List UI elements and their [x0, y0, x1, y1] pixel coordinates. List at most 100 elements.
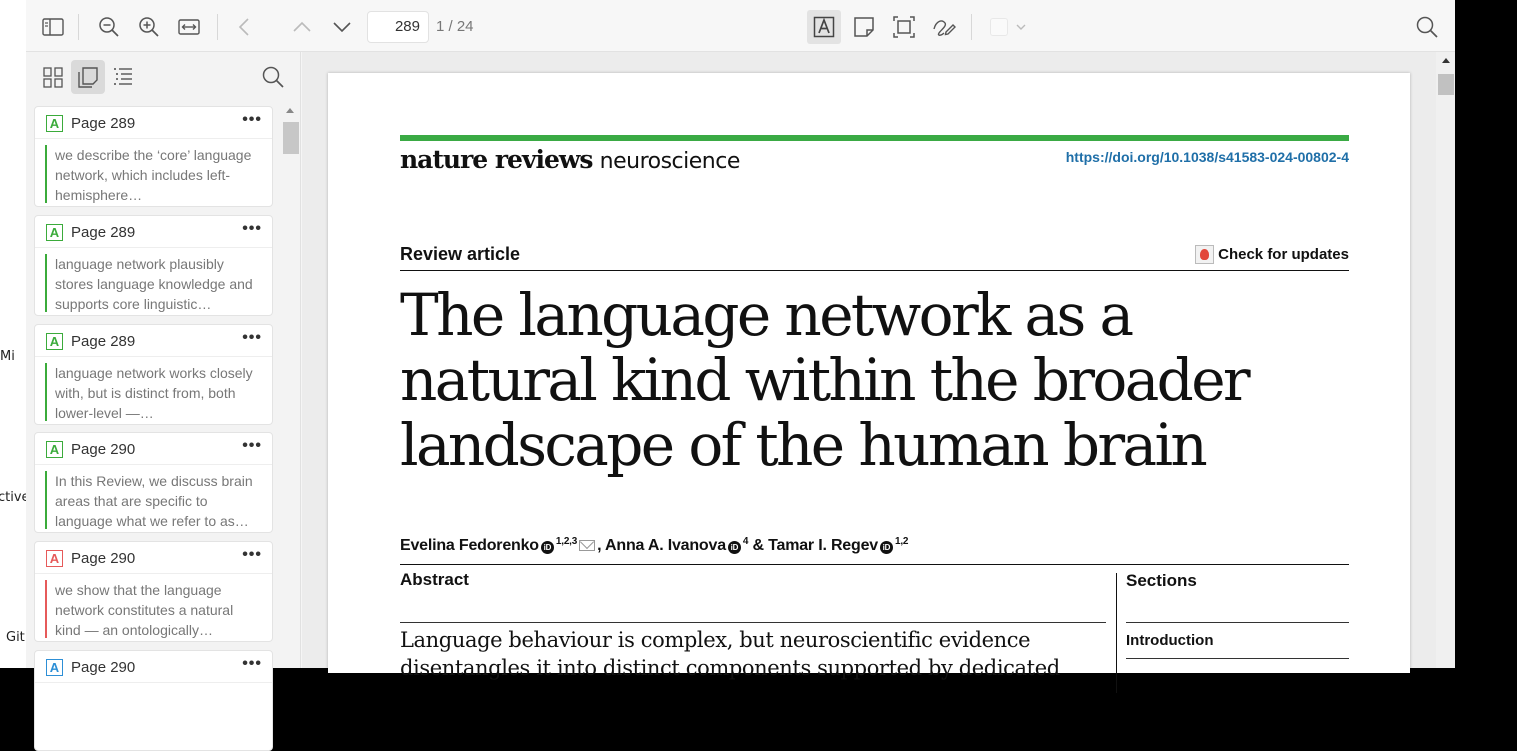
annotation-page-label: Page 290 — [71, 441, 136, 458]
text-highlight-icon — [813, 16, 835, 38]
back-button[interactable] — [230, 12, 260, 42]
thumbnails-icon — [43, 67, 63, 88]
annotation-page-label: Page 289 — [71, 115, 136, 132]
section-link-introduction[interactable]: Introduction — [1126, 632, 1213, 649]
author-name: & Tamar I. Regev — [748, 537, 879, 554]
toggle-sidebar-button[interactable] — [38, 12, 68, 42]
document-viewer[interactable]: nature reviews neuroscience https://doi.… — [302, 52, 1455, 693]
scroll-up-arrow-icon[interactable] — [286, 108, 294, 113]
draw-tool-button[interactable] — [929, 12, 959, 42]
chevron-down-icon[interactable] — [1014, 18, 1028, 36]
zoom-out-button[interactable] — [94, 12, 124, 42]
previous-page-button[interactable] — [287, 12, 317, 42]
journal-color-bar — [400, 135, 1349, 141]
annotation-excerpt: In this Review, we discuss brain areas t… — [45, 471, 261, 529]
annotation-card[interactable]: A Page 289 ••• language network works cl… — [34, 324, 273, 425]
pen-icon — [933, 20, 956, 36]
area-select-tool-button[interactable] — [889, 12, 919, 42]
highlight-type-icon: A — [46, 333, 63, 350]
tab-annotations[interactable] — [71, 60, 105, 94]
annotation-card[interactable]: A Page 290 ••• — [34, 650, 273, 751]
annotation-page-label: Page 289 — [71, 224, 136, 241]
journal-logo: nature reviews neuroscience — [400, 145, 740, 174]
more-options-icon[interactable]: ••• — [242, 329, 262, 347]
annotation-card[interactable]: A Page 289 ••• language network plausibl… — [34, 215, 273, 316]
annotation-card[interactable]: A Page 289 ••• we describe the ‘core’ la… — [34, 106, 273, 207]
sidebar-header — [26, 52, 301, 102]
divider — [1126, 658, 1349, 659]
divider — [400, 564, 1349, 565]
annotation-card[interactable]: A Page 290 ••• In this Review, we discus… — [34, 432, 273, 533]
next-page-button[interactable] — [327, 12, 357, 42]
sections-heading: Sections — [1126, 571, 1197, 590]
journal-name-bold: nature reviews — [400, 145, 593, 174]
chevron-down-icon — [333, 22, 351, 33]
author-affiliation: 1,2,3 — [555, 536, 578, 547]
crossmark-icon — [1195, 245, 1215, 264]
annotation-excerpt: we describe the ‘core’ language network,… — [45, 145, 261, 203]
highlight-type-icon: A — [46, 115, 63, 132]
zoom-in-button[interactable] — [134, 12, 164, 42]
more-options-icon[interactable]: ••• — [242, 111, 262, 129]
search-button[interactable] — [1412, 12, 1442, 42]
desktop-background-left: Mi ctive Git — [0, 0, 30, 668]
doi-link[interactable]: https://doi.org/10.1038/s41583-024-00802… — [1066, 149, 1349, 165]
color-picker-swatch[interactable] — [990, 18, 1008, 36]
journal-name-light: neuroscience — [599, 149, 741, 174]
zoom-out-icon — [99, 17, 119, 37]
document-scrollbar[interactable] — [1436, 52, 1455, 668]
abstract-heading: Abstract — [400, 570, 469, 589]
annotation-card-header: A Page 289 ••• — [35, 107, 272, 139]
chevron-left-icon — [238, 18, 249, 36]
search-icon — [1416, 16, 1438, 38]
mail-icon[interactable] — [579, 540, 596, 551]
text-highlight-tool-button[interactable] — [807, 10, 841, 44]
annotation-card-header: A Page 289 ••• — [35, 325, 272, 357]
orcid-icon[interactable]: iD — [727, 541, 741, 554]
annotation-card[interactable]: A Page 290 ••• we show that the language… — [34, 541, 273, 642]
more-options-icon[interactable]: ••• — [242, 655, 262, 673]
scroll-up-arrow-icon[interactable] — [1442, 58, 1450, 63]
toolbar-separator — [971, 14, 972, 40]
sidebar-icon — [42, 18, 64, 36]
more-options-icon[interactable]: ••• — [242, 546, 262, 564]
orcid-icon[interactable]: iD — [879, 541, 893, 554]
orcid-icon[interactable]: iD — [540, 541, 554, 554]
sidebar-scrollbar[interactable] — [281, 104, 299, 668]
sidebar-search-button[interactable] — [258, 62, 288, 92]
toolbar-separator — [217, 14, 218, 40]
page-number-input[interactable]: 289 — [367, 11, 429, 43]
annotation-page-label: Page 289 — [71, 333, 136, 350]
note-icon — [854, 17, 874, 37]
annotation-card-header: A Page 290 ••• — [35, 433, 272, 465]
highlight-type-icon: A — [46, 441, 63, 458]
author-name: Evelina Fedorenko — [400, 537, 539, 554]
desktop-label: Mi — [0, 349, 15, 364]
author-name: , Anna A. Ivanova — [597, 537, 726, 554]
area-select-icon — [893, 16, 915, 38]
check-for-updates-link[interactable]: Check for updates — [1195, 245, 1349, 264]
scrollbar-thumb[interactable] — [1438, 74, 1454, 95]
tab-thumbnails[interactable] — [36, 60, 70, 94]
annotation-card-header: A Page 289 ••• — [35, 216, 272, 248]
more-options-icon[interactable]: ••• — [242, 437, 262, 455]
article-title: The language network as a natural kind w… — [400, 281, 1251, 479]
pdf-page[interactable]: nature reviews neuroscience https://doi.… — [328, 73, 1410, 693]
annotation-card-header: A Page 290 ••• — [35, 651, 272, 683]
annotation-excerpt: language network plausibly stores langua… — [45, 254, 261, 312]
note-tool-button[interactable] — [849, 12, 879, 42]
abstract-text: Language behaviour is complex, but neuro… — [400, 628, 1060, 680]
annotation-excerpt: we show that the language network consti… — [45, 580, 261, 638]
annotation-card-header: A Page 290 ••• — [35, 542, 272, 574]
tab-outline[interactable] — [106, 60, 140, 94]
divider — [1126, 622, 1349, 623]
outline-list-icon — [114, 68, 132, 85]
fit-width-button[interactable] — [174, 12, 204, 42]
highlight-type-icon: A — [46, 550, 63, 567]
column-divider — [1116, 573, 1117, 693]
annotations-sidebar: A Page 289 ••• we describe the ‘core’ la… — [26, 52, 301, 751]
scrollbar-thumb[interactable] — [283, 122, 299, 154]
toolbar-separator — [78, 14, 79, 40]
more-options-icon[interactable]: ••• — [242, 220, 262, 238]
page-count: 1 / 24 — [436, 18, 474, 35]
